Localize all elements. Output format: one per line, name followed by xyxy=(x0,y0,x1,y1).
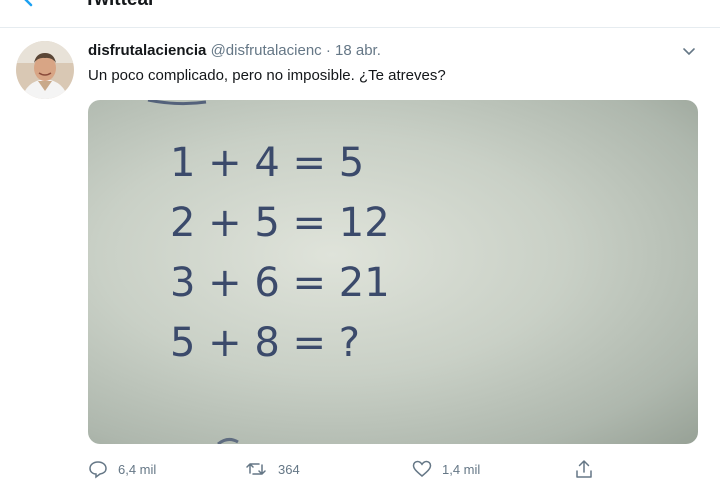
tweet-header: disfrutalaciencia @disfrutalacienc · 18 … xyxy=(88,42,381,59)
heart-icon xyxy=(412,460,432,477)
avatar[interactable] xyxy=(16,41,74,99)
separator: · xyxy=(325,42,331,59)
author-name[interactable]: disfrutalaciencia xyxy=(88,42,206,59)
tweet-image[interactable]: 1 + 4 = 5 2 + 5 = 12 3 + 6 = 21 5 + 8 = … xyxy=(88,100,698,444)
chevron-down-icon[interactable] xyxy=(680,42,698,60)
arrow-left-icon[interactable] xyxy=(20,0,44,10)
tweet-text: Un poco complicado, pero no imposible. ¿… xyxy=(88,67,446,84)
retweet-button[interactable]: 364 xyxy=(244,456,300,482)
retweet-icon xyxy=(246,463,266,475)
comment-icon xyxy=(89,461,107,479)
reply-button[interactable]: 6,4 mil xyxy=(88,456,156,482)
top-bar: Twittear xyxy=(0,0,720,28)
image-line-2: 2 + 5 = 12 xyxy=(170,200,390,246)
image-line-4: 5 + 8 = ? xyxy=(170,320,360,366)
reply-count: 6,4 mil xyxy=(118,461,157,477)
tweet-actions: 6,4 mil 364 1,4 mil xyxy=(88,456,628,482)
retweet-count: 364 xyxy=(278,461,300,477)
image-line-3: 3 + 6 = 21 xyxy=(170,260,390,306)
page-title: Twittear xyxy=(84,0,155,11)
tweet-date[interactable]: 18 abr. xyxy=(335,42,381,59)
share-icon xyxy=(576,460,592,478)
like-count: 1,4 mil xyxy=(442,461,481,477)
like-button[interactable]: 1,4 mil xyxy=(412,456,480,482)
share-button[interactable] xyxy=(574,456,604,482)
author-handle[interactable]: @disfrutalacienc xyxy=(211,42,322,59)
image-line-1: 1 + 4 = 5 xyxy=(170,140,364,186)
